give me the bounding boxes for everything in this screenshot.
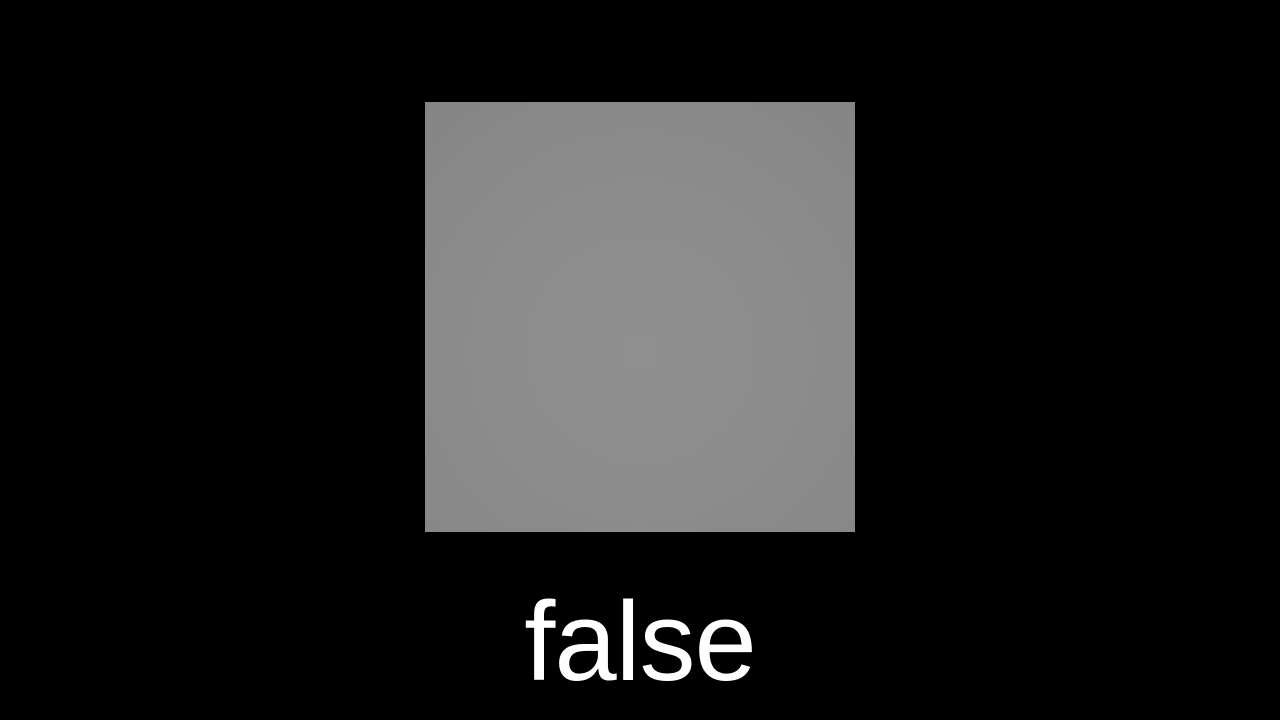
gray-square xyxy=(425,102,855,532)
stage: false xyxy=(0,0,1280,720)
caption-text: false xyxy=(524,579,757,704)
